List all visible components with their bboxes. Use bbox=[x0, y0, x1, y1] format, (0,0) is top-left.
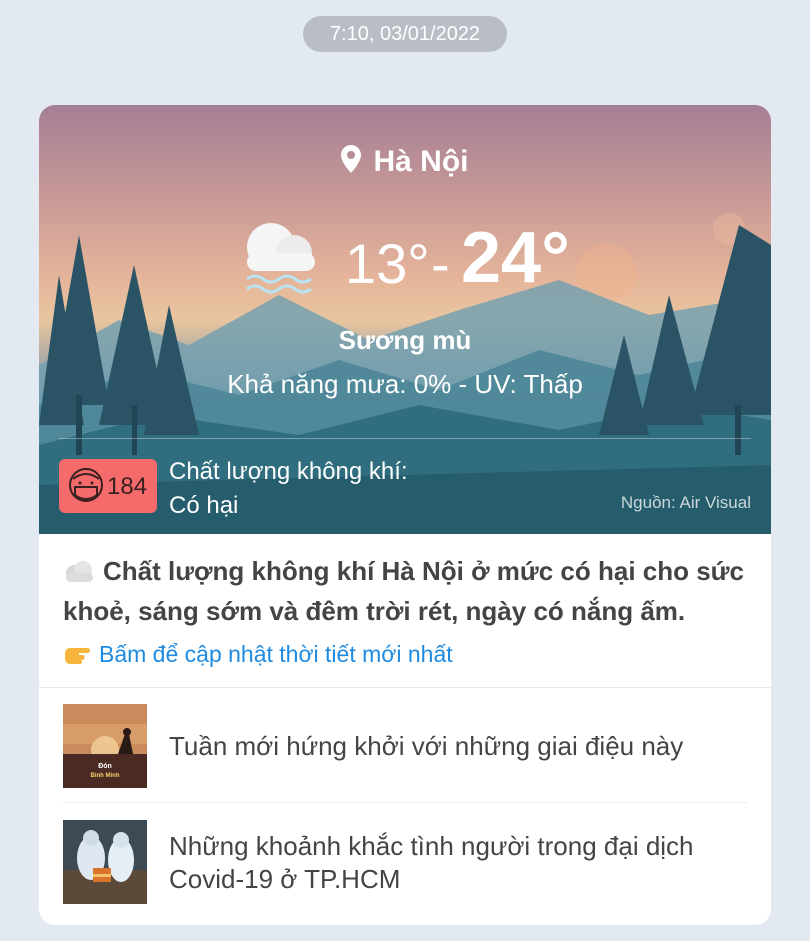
hero-divider bbox=[59, 438, 751, 439]
aqi-label: Chất lượng không khí: Có hại bbox=[169, 455, 408, 523]
city-name: Hà Nội bbox=[39, 145, 771, 181]
news-thumbnail-sunrise: Đón Bình Minh bbox=[63, 704, 147, 788]
update-link-text: Bấm để cập nhật thời tiết mới nhất bbox=[99, 641, 453, 667]
aqi-title: Chất lượng không khí: bbox=[169, 458, 408, 485]
section-divider bbox=[39, 687, 771, 688]
news-item[interactable]: Những khoảnh khắc tình người trong đại d… bbox=[63, 820, 747, 904]
news-thumbnail-covid bbox=[63, 820, 147, 904]
update-weather-link[interactable]: Bấm để cập nhật thời tiết mới nhất bbox=[63, 641, 453, 672]
weather-hero[interactable]: Hà Nội 13° - 24° Sương mù Khả năng mưa: … bbox=[39, 105, 771, 534]
news-divider bbox=[63, 802, 747, 803]
cloud-icon bbox=[63, 556, 95, 593]
svg-text:Đón: Đón bbox=[98, 763, 112, 770]
temp-max: 24° bbox=[461, 218, 570, 298]
svg-text:Bình Minh: Bình Minh bbox=[91, 773, 120, 779]
city-label: Hà Nội bbox=[373, 145, 469, 178]
temp-separator: - bbox=[431, 232, 450, 295]
timestamp-pill: 7:10, 03/01/2022 bbox=[303, 16, 507, 52]
aqi-value: 184 bbox=[107, 473, 148, 500]
summary-text: Chất lượng không khí Hà Nội ở mức có hại… bbox=[63, 556, 744, 626]
rain-uv-info: Khả năng mưa: 0% - UV: Thấp bbox=[227, 369, 583, 399]
mask-face-icon bbox=[69, 468, 103, 502]
pointing-hand-icon bbox=[63, 644, 91, 672]
temp-min: 13° bbox=[345, 232, 430, 295]
location-pin-icon bbox=[341, 145, 362, 181]
weather-condition: Sương mù bbox=[338, 325, 472, 355]
news-title: Tuần mới hứng khởi với những giai điệu n… bbox=[169, 731, 684, 761]
news-item[interactable]: Đón Bình Minh Tuần mới hứng khởi với nhữ… bbox=[63, 704, 747, 788]
weather-summary: Chất lượng không khí Hà Nội ở mức có hại… bbox=[63, 553, 753, 630]
fog-icon bbox=[246, 223, 315, 294]
weather-card[interactable]: Hà Nội 13° - 24° Sương mù Khả năng mưa: … bbox=[39, 105, 771, 925]
news-title: Những khoảnh khắc tình người trong đại d… bbox=[169, 831, 694, 894]
aqi-source: Nguồn: Air Visual bbox=[620, 493, 751, 512]
aqi-badge: 184 bbox=[59, 459, 157, 513]
aqi-status: Có hại bbox=[169, 492, 239, 519]
